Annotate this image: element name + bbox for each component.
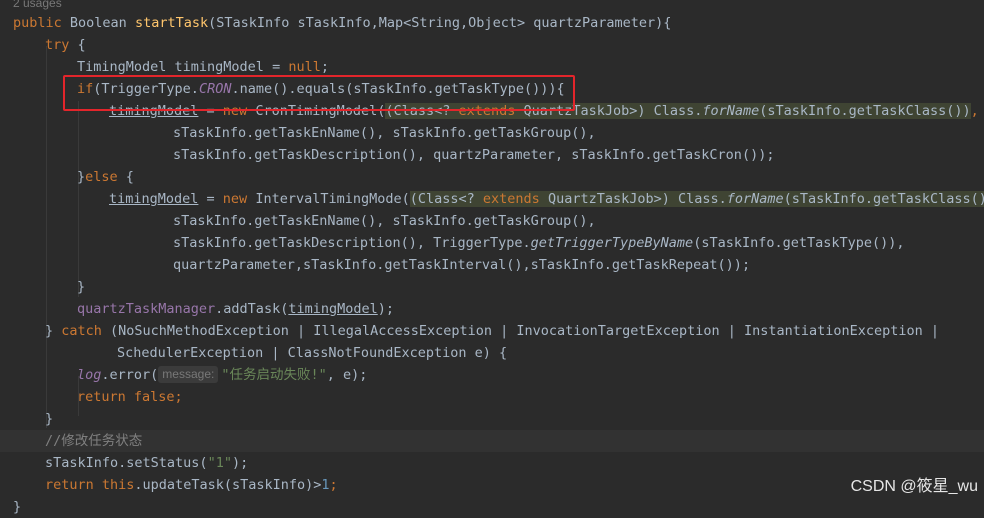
variable-ref: timingModel [109, 191, 199, 207]
caret-line-highlight [0, 430, 984, 452]
code-line-22[interactable]: return this.updateTask(sTaskInfo)>1; [13, 474, 338, 496]
code-text: = [198, 191, 223, 207]
string-literal: "任务启动失败!" [221, 367, 327, 383]
keyword: catch [61, 323, 102, 339]
usages-hint[interactable]: 2 usages [13, 0, 62, 12]
parameter-hint: message: [158, 366, 219, 383]
code-line-7[interactable]: sTaskInfo.getTaskDescription(), quartzPa… [13, 144, 774, 166]
code-text: sTaskInfo.setStatus( [45, 455, 208, 471]
keyword: try [45, 37, 70, 53]
code-line-2[interactable]: try { [13, 34, 86, 56]
code-text: ; [329, 477, 338, 493]
code-line-10[interactable]: sTaskInfo.getTaskEnName(), sTaskInfo.get… [13, 210, 596, 232]
code-line-15[interactable]: } catch (NoSuchMethodException | Illegal… [13, 320, 939, 342]
comment: //修改任务状态 [45, 433, 143, 449]
code-line-8[interactable]: }else { [13, 166, 134, 188]
code-text: ); [231, 455, 249, 471]
code-text: .updateTask(sTaskInfo)> [134, 477, 322, 493]
string-literal: "1" [207, 455, 232, 471]
code-text: .error( [101, 367, 159, 383]
keyword: new [222, 191, 256, 207]
code-line-6[interactable]: sTaskInfo.getTaskEnName(), sTaskInfo.get… [13, 122, 596, 144]
code-editor[interactable]: 2 usages public Boolean startTask(STaskI… [0, 0, 984, 515]
code-line-14[interactable]: quartzTaskManager.addTask(timingModel); [13, 298, 394, 320]
field-ref: quartzTaskManager [77, 301, 216, 317]
keyword: else [85, 169, 118, 185]
code-text: ; [320, 59, 329, 75]
code-line-13[interactable]: } [13, 276, 85, 298]
keyword: null [288, 59, 321, 75]
variable-ref: timingModel [288, 301, 378, 317]
annotation-highlight-box [63, 75, 575, 111]
code-text: (NoSuchMethodException | IllegalAccessEx… [101, 323, 940, 339]
keyword: public [13, 15, 70, 31]
code-text: (STaskInfo sTaskInfo,Map<String,Object> … [208, 15, 672, 31]
code-text: { [117, 169, 134, 185]
code-line-9[interactable]: timingModel = new IntervalTimingMode((Cl… [13, 188, 984, 210]
code-text: ); [377, 301, 394, 317]
code-line-20[interactable]: //修改任务状态 [13, 430, 142, 452]
code-text: sTaskInfo.getTaskDescription(), TriggerT… [173, 235, 531, 251]
code-text: } [45, 411, 54, 427]
code-text: , [970, 103, 979, 119]
code-text: TimingModel timingModel = [77, 59, 289, 75]
code-text: sTaskInfo.getTaskDescription(), quartzPa… [173, 147, 775, 163]
code-text: { [69, 37, 86, 53]
static-method: getTriggerTypeByName [530, 235, 694, 251]
code-line-16[interactable]: SchedulerException | ClassNotFoundExcept… [13, 342, 507, 364]
code-text: IntervalTimingMode( [255, 191, 410, 207]
code-text: } [77, 169, 86, 185]
code-line-21[interactable]: sTaskInfo.setStatus("1"); [13, 452, 248, 474]
code-text: .addTask( [215, 301, 289, 317]
code-text: } [45, 323, 62, 339]
code-text: } [13, 499, 22, 515]
code-line-12[interactable]: quartzParameter,sTaskInfo.getTaskInterva… [13, 254, 750, 276]
method-name: startTask [134, 15, 209, 31]
type-name: Boolean [69, 15, 135, 31]
field-ref: log [77, 367, 102, 383]
keyword: this [101, 477, 135, 493]
keyword: return false [77, 389, 175, 405]
code-line-18[interactable]: return false; [13, 386, 183, 408]
redundant-cast-highlight: (Class<? extends QuartzTaskJob>) Class.f… [409, 191, 984, 207]
code-line-11[interactable]: sTaskInfo.getTaskDescription(), TriggerT… [13, 232, 905, 254]
code-text: ; [174, 389, 183, 405]
code-line-23[interactable]: } [13, 496, 21, 518]
keyword: return [45, 477, 102, 493]
code-text: quartzParameter,sTaskInfo.getTaskInterva… [173, 257, 751, 273]
code-text: } [77, 279, 86, 295]
code-line-19[interactable]: } [13, 408, 53, 430]
code-text: sTaskInfo.getTaskEnName(), sTaskInfo.get… [173, 125, 596, 141]
code-text: , e); [326, 367, 368, 383]
code-text: (sTaskInfo.getTaskType()), [693, 235, 905, 251]
code-text: sTaskInfo.getTaskEnName(), sTaskInfo.get… [173, 213, 596, 229]
code-line-17[interactable]: log.error(message: "任务启动失败!", e); [13, 364, 367, 386]
watermark: CSDN @筱星_wu [850, 478, 978, 495]
number-literal: 1 [321, 477, 330, 493]
code-line-1[interactable]: public Boolean startTask(STaskInfo sTask… [13, 12, 671, 34]
code-text: SchedulerException | ClassNotFoundExcept… [117, 345, 508, 361]
